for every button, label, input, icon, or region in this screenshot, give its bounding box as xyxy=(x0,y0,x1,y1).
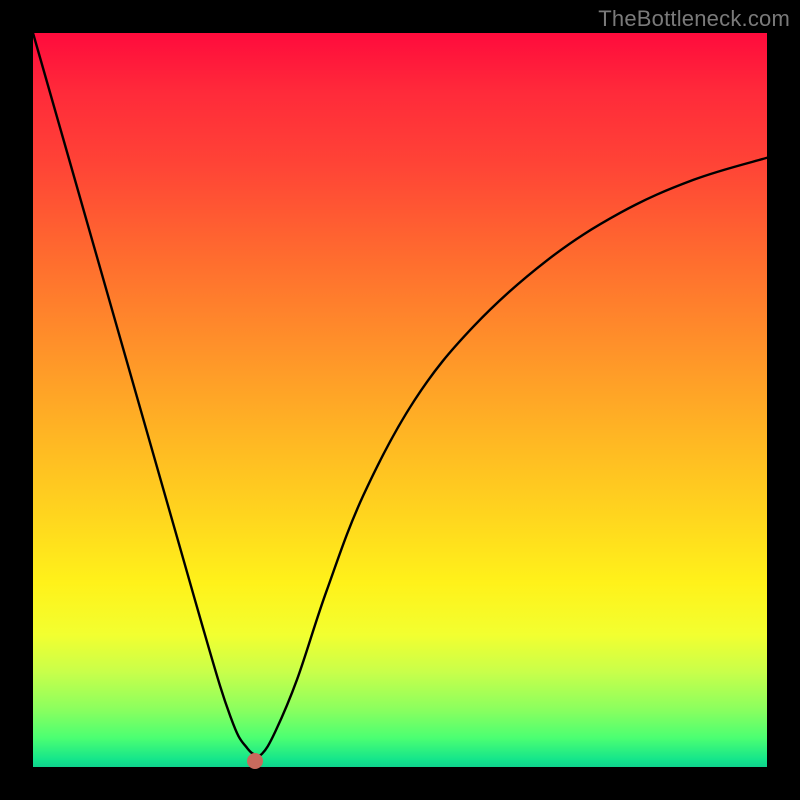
optimal-point-marker xyxy=(247,753,263,769)
bottleneck-curve xyxy=(33,33,767,767)
chart-plot-area xyxy=(33,33,767,767)
watermark-text: TheBottleneck.com xyxy=(598,6,790,32)
chart-frame: TheBottleneck.com xyxy=(0,0,800,800)
